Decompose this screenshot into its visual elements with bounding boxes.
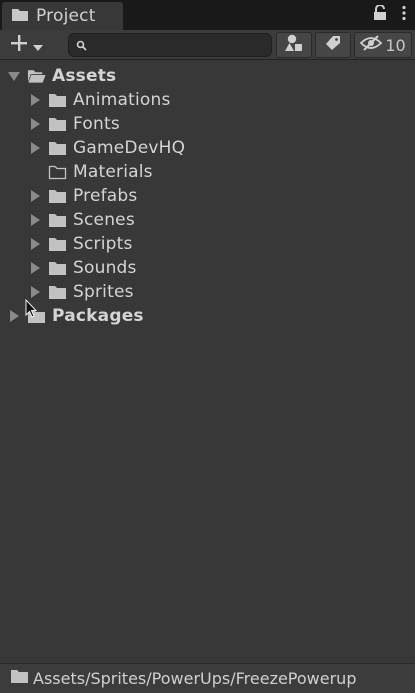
folder-icon	[48, 92, 67, 108]
status-bar: Assets/Sprites/PowerUps/FreezePowerup	[0, 663, 415, 693]
kebab-menu-icon[interactable]	[401, 5, 407, 25]
shapes-icon	[284, 34, 304, 56]
collapsed-arrow-icon[interactable]	[29, 142, 41, 154]
collapsed-arrow-icon[interactable]	[8, 310, 20, 322]
tree-item-scenes[interactable]: Scenes	[0, 208, 415, 232]
eye-slash-icon	[360, 35, 383, 55]
collapsed-arrow-icon[interactable]	[29, 118, 41, 130]
tab-project[interactable]: Project	[2, 2, 123, 30]
hidden-packages-button[interactable]: 10	[354, 32, 412, 58]
mouse-cursor-icon	[25, 298, 39, 319]
collapsed-arrow-icon[interactable]	[29, 214, 41, 226]
folder-icon	[48, 188, 67, 204]
open-folder-icon	[27, 68, 46, 84]
tree-item-sounds[interactable]: Sounds	[0, 256, 415, 280]
tree-item-label: Sounds	[73, 258, 137, 278]
plus-icon	[10, 34, 28, 56]
tree-item-label: Materials	[73, 162, 153, 182]
tree-item-materials[interactable]: Materials	[0, 160, 415, 184]
tab-title: Project	[36, 6, 96, 26]
tree-item-gamedevhq[interactable]: GameDevHQ	[0, 136, 415, 160]
collapsed-arrow-icon[interactable]	[29, 190, 41, 202]
project-tree: Assets Animations Fonts GameDevHQ Materi…	[0, 64, 415, 328]
collapsed-arrow-icon[interactable]	[29, 286, 41, 298]
tree-item-label: Scripts	[73, 234, 133, 254]
tree-item-prefabs[interactable]: Prefabs	[0, 184, 415, 208]
search-field[interactable]	[68, 33, 272, 57]
folder-icon	[48, 284, 67, 300]
folder-icon	[48, 260, 67, 276]
tab-bar: Project	[0, 0, 415, 30]
tree-item-label: Fonts	[73, 114, 120, 134]
tree-item-label: Packages	[52, 306, 144, 326]
create-button[interactable]	[4, 33, 54, 57]
tree-item-label: Scenes	[73, 210, 135, 230]
tree-item-packages[interactable]: Packages	[0, 304, 415, 328]
collapsed-arrow-icon[interactable]	[29, 238, 41, 250]
chevron-down-icon	[33, 36, 43, 55]
hidden-package-count: 10	[385, 35, 406, 55]
search-input[interactable]	[92, 37, 262, 53]
tree-item-assets[interactable]: Assets	[0, 64, 415, 88]
folder-icon	[48, 212, 67, 228]
selected-path: Assets/Sprites/PowerUps/FreezePowerup	[33, 669, 357, 688]
tab-tools	[373, 2, 415, 28]
tree-item-label: Sprites	[73, 282, 134, 302]
empty-folder-icon	[48, 164, 67, 180]
folder-icon	[48, 140, 67, 156]
tree-item-label: Assets	[52, 66, 117, 86]
lock-icon[interactable]	[373, 4, 387, 25]
search-by-label-button[interactable]	[315, 32, 351, 58]
collapsed-arrow-icon[interactable]	[29, 262, 41, 274]
search-by-type-button[interactable]	[276, 32, 312, 58]
tree-item-sprites[interactable]: Sprites	[0, 280, 415, 304]
tree-item-animations[interactable]: Animations	[0, 88, 415, 112]
tree-item-label: GameDevHQ	[73, 138, 186, 158]
project-window: Project 10 Assets Animations Fonts GameD…	[0, 0, 415, 693]
search-icon	[76, 36, 87, 55]
collapsed-arrow-icon[interactable]	[29, 94, 41, 106]
no-arrow-spacer	[29, 166, 41, 178]
expanded-arrow-icon[interactable]	[8, 70, 20, 82]
folder-icon	[11, 7, 29, 26]
tree-item-label: Animations	[73, 90, 171, 110]
folder-icon	[48, 116, 67, 132]
tree-item-fonts[interactable]: Fonts	[0, 112, 415, 136]
folder-icon	[10, 669, 29, 688]
folder-icon	[48, 236, 67, 252]
tree-item-scripts[interactable]: Scripts	[0, 232, 415, 256]
toolbar: 10	[0, 30, 415, 60]
tree-item-label: Prefabs	[73, 186, 138, 206]
tag-icon	[324, 35, 342, 55]
